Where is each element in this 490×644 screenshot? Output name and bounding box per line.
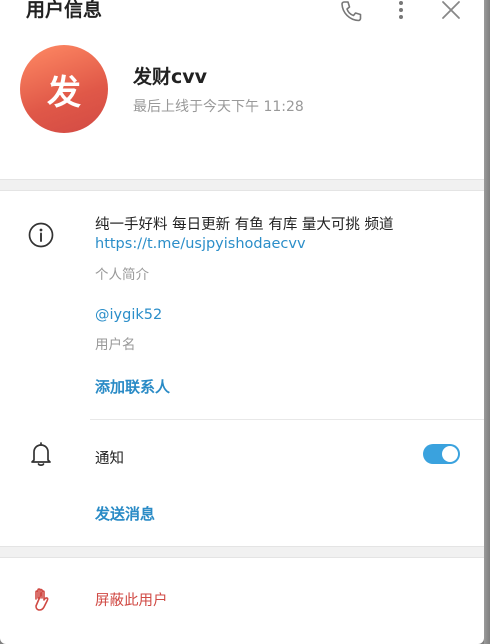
- bell-icon: [28, 441, 54, 467]
- bio-text: 纯一手好料 每日更新 有鱼 有库 量大可挑 频道: [95, 217, 394, 233]
- row-divider: [90, 419, 484, 420]
- bio-label: 个人简介: [95, 267, 149, 283]
- avatar[interactable]: 发: [20, 45, 108, 133]
- user-info-panel: 用户信息 发 发财cvv 最后上线于今天下午 11:28 纯一手好料 每日更新 …: [0, 0, 484, 644]
- section-divider: [0, 546, 484, 558]
- close-icon[interactable]: [439, 0, 463, 24]
- block-hand-icon: [28, 586, 54, 612]
- last-seen-status: 最后上线于今天下午 11:28: [133, 99, 304, 115]
- username-value[interactable]: @iygik52: [95, 307, 162, 323]
- phone-icon[interactable]: [339, 0, 363, 24]
- notifications-toggle[interactable]: [423, 444, 460, 464]
- more-options-icon[interactable]: [389, 0, 413, 24]
- add-contact-button[interactable]: 添加联系人: [95, 376, 170, 397]
- toggle-knob: [442, 446, 458, 462]
- backdrop-edge: [484, 0, 490, 644]
- bio-link[interactable]: https://t.me/usjpyishodaecvv: [95, 236, 306, 252]
- user-name: 发财cvv: [133, 66, 208, 88]
- block-user-button[interactable]: 屏蔽此用户: [95, 589, 168, 610]
- notifications-label: 通知: [95, 451, 124, 467]
- panel-header: 用户信息: [0, 0, 484, 24]
- panel-title: 用户信息: [26, 0, 103, 21]
- info-icon: [28, 222, 54, 248]
- send-message-button[interactable]: 发送消息: [95, 503, 155, 524]
- section-divider: [0, 179, 484, 191]
- avatar-letter: 发: [47, 72, 81, 113]
- username-label: 用户名: [95, 337, 136, 353]
